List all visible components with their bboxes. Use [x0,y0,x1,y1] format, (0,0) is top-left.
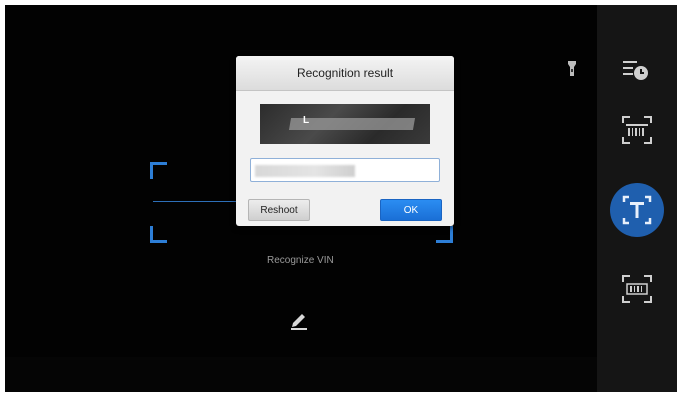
ok-button[interactable]: OK [380,199,442,221]
scan-line [153,201,243,202]
side-panel [597,5,677,392]
text-recognition-button[interactable] [610,183,664,237]
scan-frame-corner-bottom-left [150,226,167,243]
qr-scan-icon[interactable] [621,273,653,305]
captured-vin-image: L [260,104,430,144]
barcode-icon[interactable] [621,114,653,146]
scan-frame-corner-bottom-right [436,226,453,243]
flashlight-icon[interactable] [565,60,579,78]
recognized-vin-value [255,165,355,177]
text-recognition-icon [622,195,652,225]
scan-frame-corner-top-left [150,162,167,179]
history-icon[interactable] [621,55,653,87]
recognition-result-dialog: Recognition result L Reshoot OK [236,56,454,226]
edit-pencil-icon[interactable] [287,307,311,331]
recognize-vin-hint: Recognize VIN [267,255,334,266]
dialog-title: Recognition result [236,56,454,91]
bottom-bar [5,357,597,392]
reshoot-button[interactable]: Reshoot [248,199,310,221]
app-screen: Recognize VIN Recognition result L Resho… [5,5,677,392]
recognized-vin-input[interactable] [250,158,440,182]
